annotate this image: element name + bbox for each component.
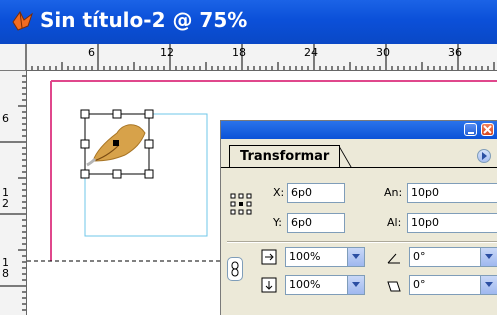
scale-y-value: 100% — [289, 278, 321, 291]
ruler-top-label: 30 — [376, 46, 390, 59]
chevron-down-icon[interactable] — [480, 276, 497, 294]
rotate-value: 0° — [413, 250, 426, 263]
shear-value: 0° — [413, 278, 426, 291]
ruler-top-label: 12 — [160, 46, 174, 59]
horizontal-ruler[interactable]: 6 12 18 24 30 36 — [0, 44, 497, 71]
scale-y-icon — [261, 277, 277, 293]
scale-x-value: 100% — [289, 250, 321, 263]
ruler-top-label: 36 — [448, 46, 462, 59]
y-position-field[interactable]: 6p0 — [287, 213, 345, 233]
rotate-angle-icon — [387, 253, 400, 264]
ruler-top-label: 6 — [88, 46, 95, 59]
tab-notch — [339, 147, 372, 167]
ruler-top-label: 24 — [304, 46, 318, 59]
center-point — [113, 140, 119, 146]
scale-x-icon — [261, 249, 277, 265]
tab-transformar[interactable]: Transformar — [229, 145, 341, 167]
ruler-left-label: 6 — [2, 112, 9, 125]
ruler-left-label: 12 — [2, 186, 9, 210]
chevron-down-icon[interactable] — [480, 248, 497, 266]
height-field[interactable]: 10p0 — [407, 213, 497, 233]
indesign-butterfly-icon — [12, 11, 33, 31]
width-field[interactable]: 10p0 — [407, 183, 497, 203]
transform-panel[interactable]: Transformar X: 6p0 An: 10p0 Y: 6p0 Al: 1… — [220, 120, 497, 315]
chevron-down-icon[interactable] — [347, 276, 364, 294]
chain-link-icon — [231, 261, 239, 277]
ruler-left-label: 6 — [2, 112, 9, 125]
height-label: Al: — [387, 216, 402, 229]
x-position-field[interactable]: 6p0 — [287, 183, 345, 203]
y-label: Y: — [273, 216, 282, 229]
panel-title-bar[interactable] — [221, 121, 497, 139]
scale-y-select[interactable]: 100% — [285, 275, 365, 295]
window-title: Sin título-2 @ 75% — [40, 8, 248, 32]
shear-icon — [387, 281, 401, 292]
rotate-select[interactable]: 0° — [409, 247, 497, 267]
x-label: X: — [273, 186, 285, 199]
ruler-left-label: 18 — [2, 256, 9, 280]
vertical-ruler[interactable]: 6 12 18 — [0, 70, 27, 315]
width-label: An: — [384, 186, 403, 199]
shear-select[interactable]: 0° — [409, 275, 497, 295]
constrain-proportions-button[interactable] — [227, 257, 243, 281]
panel-menu-arrow-icon[interactable] — [477, 149, 491, 163]
scale-x-select[interactable]: 100% — [285, 247, 365, 267]
ruler-top-label: 18 — [232, 46, 246, 59]
close-icon[interactable] — [481, 123, 494, 136]
tab-divider — [221, 167, 497, 168]
document-title-bar[interactable]: Sin título-2 @ 75% — [0, 0, 497, 44]
minimize-icon[interactable] — [464, 123, 477, 136]
reference-point-grid-icon[interactable] — [230, 193, 252, 215]
panel-separator — [227, 241, 497, 243]
chevron-down-icon[interactable] — [347, 248, 364, 266]
